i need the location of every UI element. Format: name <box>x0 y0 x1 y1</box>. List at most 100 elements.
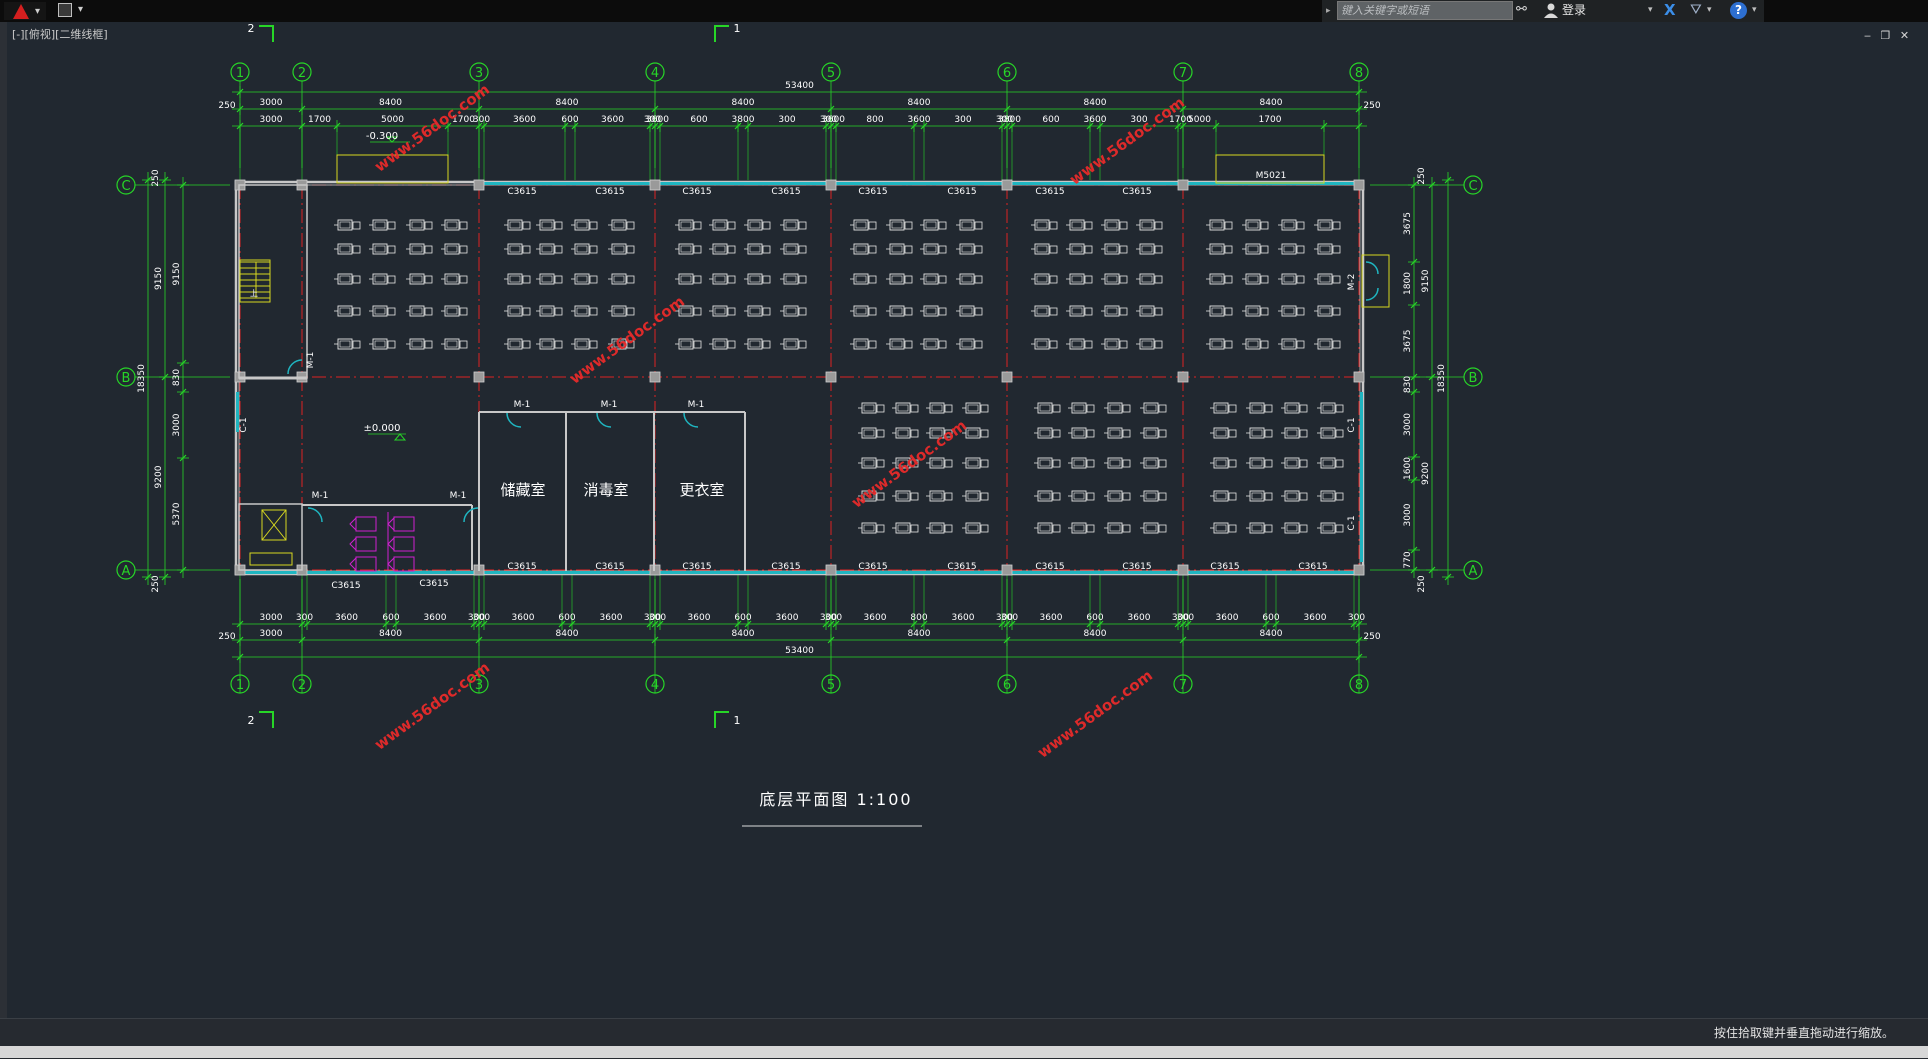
monitor <box>1106 221 1118 229</box>
dim-text: 300 <box>954 115 971 125</box>
help-dropdown-icon[interactable]: ▾ <box>1752 2 1757 18</box>
monitor <box>1071 275 1083 283</box>
monitor <box>785 275 797 283</box>
monitor <box>1106 340 1118 348</box>
monitor <box>1145 524 1157 532</box>
section-mark <box>714 711 729 728</box>
chair <box>1158 524 1167 533</box>
window-tag: C3615 <box>1035 187 1064 197</box>
window-tag: C3615 <box>771 187 800 197</box>
chair <box>868 275 877 284</box>
dim-text: 9150 <box>1421 269 1431 292</box>
left-palette-strip[interactable] <box>0 22 7 1022</box>
structural-column <box>1177 179 1189 191</box>
dim-text: 18350 <box>137 364 147 393</box>
dim-text: 3600 <box>1128 613 1151 623</box>
chair <box>868 221 877 230</box>
binoculars-icon[interactable]: ⚯ <box>1516 2 1527 18</box>
chair <box>387 307 396 316</box>
dim-text: 300 <box>649 613 666 623</box>
chair <box>980 492 989 501</box>
drawing-annotations: 1122334455667788C CB BA A534003000 8400 8400 8… <box>121 22 1478 827</box>
monitor <box>925 307 937 315</box>
monitor <box>714 340 726 348</box>
monitor <box>339 307 351 315</box>
dim-text: 9200 <box>1421 462 1431 485</box>
structural-column <box>1177 564 1189 576</box>
chair <box>626 221 635 230</box>
search-input[interactable]: 键入关键字或短语 <box>1337 1 1513 20</box>
dim-text: 300 <box>473 115 490 125</box>
chair <box>1335 524 1344 533</box>
monitor <box>541 340 553 348</box>
elevation-floor: ±0.000 <box>363 423 400 434</box>
monitor <box>509 275 521 283</box>
dim-text: 3600 <box>335 613 358 623</box>
dim-text: 9150 <box>172 262 182 285</box>
dim-text: 250 <box>151 169 161 186</box>
structural-column <box>825 564 837 576</box>
chair <box>1296 275 1305 284</box>
monitor <box>714 307 726 315</box>
chair <box>1086 524 1095 533</box>
chair <box>1296 245 1305 254</box>
dim-text: 8400 <box>908 629 931 639</box>
dim-text: 250 <box>1417 167 1427 184</box>
exchange-apps-button[interactable]: X <box>1664 1 1676 19</box>
chair <box>876 459 885 468</box>
monitor <box>1071 340 1083 348</box>
monitor <box>1106 275 1118 283</box>
save-icon[interactable] <box>58 3 72 17</box>
toilet-bowl <box>387 556 395 572</box>
chair <box>1332 307 1341 316</box>
dim-text: 8400 <box>732 629 755 639</box>
dim-text: 3000 <box>260 613 283 623</box>
chair <box>1264 429 1273 438</box>
structural-column <box>1177 371 1189 383</box>
dim-text: 8400 <box>732 98 755 108</box>
login-button[interactable]: 登录 <box>1562 2 1586 18</box>
monitor <box>613 245 625 253</box>
chair <box>904 245 913 254</box>
chair <box>1299 459 1308 468</box>
dim-text: 3600 <box>864 613 887 623</box>
chair <box>693 275 702 284</box>
login-dropdown-icon[interactable]: ▾ <box>1648 2 1653 18</box>
chair <box>387 275 396 284</box>
chair <box>1335 404 1344 413</box>
chair <box>727 221 736 230</box>
dim-text: 3600 <box>1304 613 1327 623</box>
monitor <box>925 221 937 229</box>
watermark-text: www.56doc.com <box>1034 666 1156 761</box>
autodesk-a360-icon[interactable]: ⛛ <box>1690 1 1702 19</box>
chair <box>1296 340 1305 349</box>
search-expand-icon[interactable]: ▸ <box>1326 3 1331 19</box>
toilet-bowl <box>349 556 357 572</box>
structural-column <box>1353 564 1365 576</box>
chair <box>1122 524 1131 533</box>
drawing-canvas[interactable]: 1122334455667788C CB BA A534003000 8400 8400 8… <box>7 22 1928 1018</box>
a360-dropdown-icon[interactable]: ▾ <box>1707 2 1712 18</box>
monitor <box>1322 492 1334 500</box>
chair <box>693 245 702 254</box>
monitor <box>1247 340 1259 348</box>
chair <box>944 404 953 413</box>
axis-label-2: 2 <box>298 678 306 693</box>
window-tag: C3615 <box>682 562 711 572</box>
chair <box>352 340 361 349</box>
dim-text: 600 <box>690 115 707 125</box>
door-swing <box>307 507 323 523</box>
chair <box>1119 275 1128 284</box>
chair <box>1335 429 1344 438</box>
axis-label-6: 6 <box>1003 66 1011 81</box>
monitor <box>339 221 351 229</box>
monitor <box>749 221 761 229</box>
chair <box>876 404 885 413</box>
application-menu-button[interactable]: ▾ <box>4 2 46 20</box>
user-icon[interactable] <box>1542 1 1560 19</box>
chair <box>1049 307 1058 316</box>
side-entrance <box>1361 254 1390 308</box>
dim-text: 300 <box>825 613 842 623</box>
help-button[interactable]: ? <box>1730 2 1747 19</box>
quick-access-dropdown-button[interactable]: ▾ <box>78 2 83 18</box>
